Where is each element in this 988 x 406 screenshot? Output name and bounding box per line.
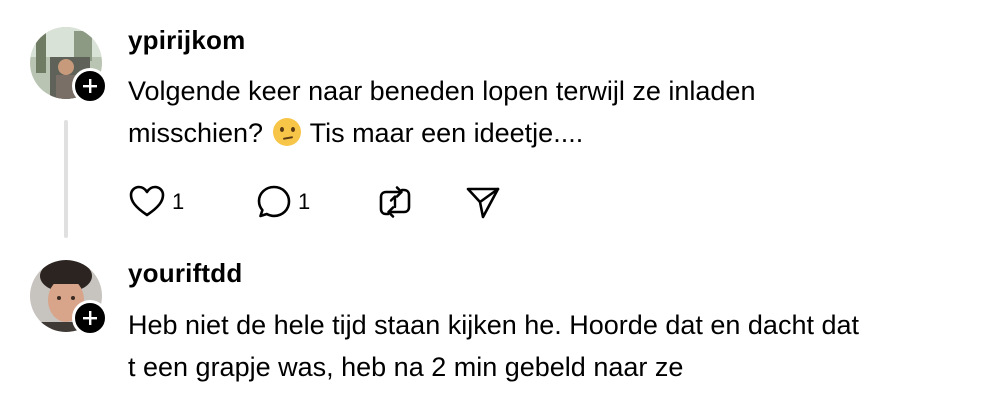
username[interactable]: ypirijkom [128,25,245,56]
reply-count: 1 [298,189,311,214]
comment-text-line: Heb niet de hele tijd staan kijken he. H… [128,310,859,340]
like-count: 1 [172,189,185,214]
comment-text-line: misschien? [128,118,271,148]
username[interactable]: youriftdd [128,258,242,289]
share-button[interactable] [464,182,502,222]
reply-button[interactable]: 1 [256,182,310,222]
comment-text-line: Volgende keer naar beneden lopen terwijl… [128,76,756,106]
plus-icon [83,311,97,325]
follow-button[interactable] [72,300,108,336]
comment-icon [257,185,291,218]
repost-icon [379,186,411,218]
comment-item: ypirijkom Volgende keer naar beneden lop… [0,0,988,240]
comment-text-line: t een grapje was, heb na 2 min gebeld na… [128,352,684,382]
comment-text: Heb niet de hele tijd staan kijken he. H… [128,304,968,388]
share-icon [466,187,500,219]
plus-icon [83,79,97,93]
repost-button[interactable] [376,182,414,222]
heart-icon [129,185,165,217]
comment-text: Volgende keer naar beneden lopen terwijl… [128,70,968,154]
thread-line [64,120,68,238]
comment-text-line: Tis maar een ideetje.... [302,118,584,148]
thinking-face-emoji-icon [272,118,301,146]
comment-item: youriftdd Heb niet de hele tijd staan ki… [0,240,988,406]
like-button[interactable]: 1 [128,182,184,222]
follow-button[interactable] [72,68,108,104]
comment-thread: ypirijkom Volgende keer naar beneden lop… [0,0,988,406]
